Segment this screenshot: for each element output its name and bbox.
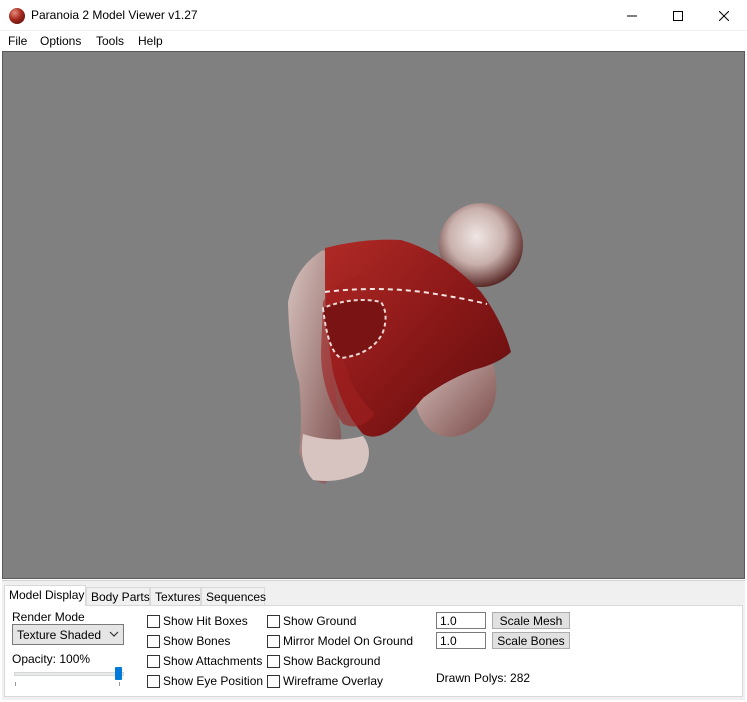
window-title: Paranoia 2 Model Viewer v1.27 — [31, 8, 198, 22]
drawn-polys-readout: Drawn Polys: 282 — [436, 671, 531, 685]
checkbox-label: Show Background — [283, 654, 381, 668]
menu-options[interactable]: Options — [40, 34, 81, 48]
checkbox-box — [267, 654, 280, 668]
model-render — [288, 203, 523, 484]
checkbox-box — [267, 614, 280, 628]
slider-tick-max — [119, 682, 120, 686]
chevron-down-icon — [109, 631, 119, 637]
show-ground-checkbox[interactable]: Show Ground — [267, 613, 356, 629]
model-viewport[interactable] — [2, 51, 745, 579]
checkbox-box — [267, 674, 280, 688]
show-hit-boxes-checkbox[interactable]: Show Hit Boxes — [147, 613, 248, 629]
checkbox-label: Show Hit Boxes — [163, 614, 248, 628]
checkbox-box — [147, 614, 160, 628]
slider-tick-min — [15, 682, 16, 686]
checkbox-box — [147, 654, 160, 668]
control-panel: Model Display Body Parts Textures Sequen… — [2, 580, 745, 700]
menu-tools[interactable]: Tools — [96, 34, 124, 48]
checkbox-label: Show Attachments — [163, 654, 263, 668]
scale-bones-button[interactable]: Scale Bones — [492, 632, 570, 649]
render-mode-label: Render Mode — [12, 610, 85, 624]
wireframe-overlay-checkbox[interactable]: Wireframe Overlay — [267, 673, 383, 689]
show-bones-checkbox[interactable]: Show Bones — [147, 633, 230, 649]
scale-mesh-input[interactable]: 1.0 — [436, 612, 486, 629]
title-bar: Paranoia 2 Model Viewer v1.27 — [0, 0, 747, 31]
maximize-button[interactable] — [655, 0, 701, 31]
checkbox-label: Show Eye Position — [163, 674, 264, 688]
opacity-label: Opacity: 100% — [12, 652, 91, 666]
show-eye-position-checkbox[interactable]: Show Eye Position — [147, 673, 263, 689]
checkbox-label: Wireframe Overlay — [283, 674, 384, 688]
opacity-slider-thumb[interactable] — [115, 667, 122, 680]
model-display-page: Render Mode Texture Shaded Opacity: 100%… — [4, 605, 743, 697]
checkbox-label: Show Bones — [163, 634, 231, 648]
minimize-icon — [627, 15, 637, 16]
checkbox-box — [267, 634, 280, 648]
minimize-button[interactable] — [609, 0, 655, 31]
tab-sequences[interactable]: Sequences — [201, 587, 266, 606]
tab-body-parts[interactable]: Body Parts — [86, 587, 150, 606]
checkbox-label: Show Ground — [283, 614, 357, 628]
maximize-icon — [673, 10, 683, 21]
menu-bar: File Options Tools Help — [0, 31, 747, 51]
checkbox-box — [147, 634, 160, 648]
show-attachments-checkbox[interactable]: Show Attachments — [147, 653, 262, 669]
checkbox-label: Mirror Model On Ground — [283, 634, 414, 648]
tab-model-display[interactable]: Model Display — [4, 585, 86, 606]
close-icon — [719, 10, 729, 21]
render-mode-value: Texture Shaded — [17, 628, 102, 642]
scale-bones-input[interactable]: 1.0 — [436, 632, 486, 649]
menu-help[interactable]: Help — [138, 34, 163, 48]
opacity-slider-track[interactable] — [14, 672, 124, 676]
fur-bottom-rim — [301, 434, 369, 481]
show-background-checkbox[interactable]: Show Background — [267, 653, 380, 669]
render-mode-select[interactable]: Texture Shaded — [12, 624, 124, 645]
menu-file[interactable]: File — [8, 34, 27, 48]
mirror-model-on-ground-checkbox[interactable]: Mirror Model On Ground — [267, 633, 413, 649]
checkbox-box — [147, 674, 160, 688]
app-logo-icon — [9, 8, 25, 24]
scale-mesh-button[interactable]: Scale Mesh — [492, 612, 570, 629]
close-button[interactable] — [701, 0, 747, 31]
tab-textures[interactable]: Textures — [150, 587, 201, 606]
